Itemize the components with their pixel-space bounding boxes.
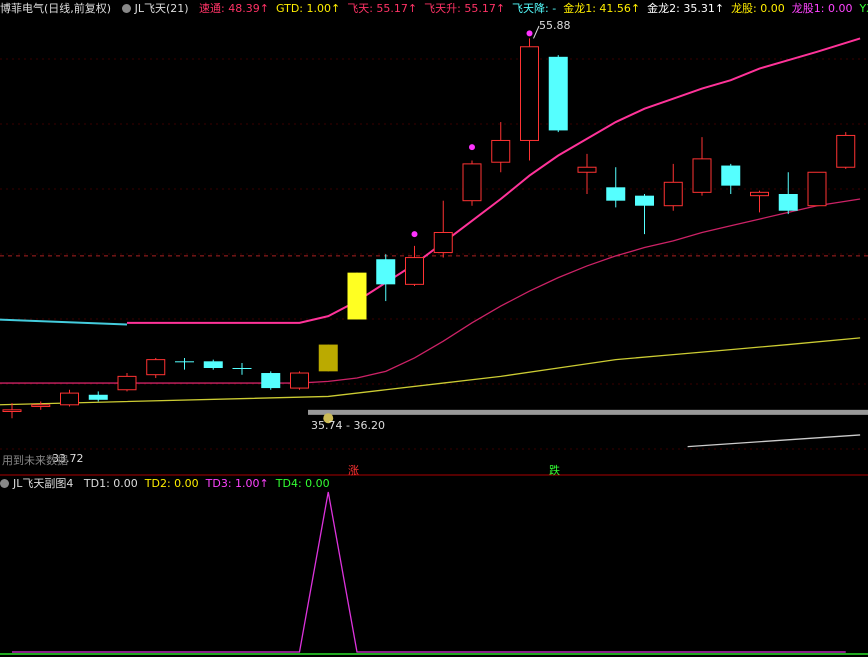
candle-body [2, 409, 22, 413]
sub-indicator-value-2: TD3: 1.00↑ [205, 477, 269, 490]
indicator-values: 速通: 48.39↑ GTD: 1.00↑ 飞天: 55.17↑ 飞天升: 55.17… [199, 2, 868, 15]
candle-body [175, 361, 194, 363]
candle-body [807, 171, 827, 207]
candle-body [261, 373, 281, 389]
candle-body [606, 187, 626, 201]
indicator-value-1: GTD: 1.00↑ [275, 2, 341, 15]
candle-body [376, 259, 396, 285]
series-cyan_line [0, 318, 128, 326]
candle-body [548, 56, 568, 131]
candle-body [60, 392, 79, 406]
series-magenta_lower [0, 198, 861, 384]
candle-body [750, 191, 769, 197]
candle-body [577, 166, 597, 173]
signal-dot [411, 231, 418, 238]
indicator-value-8: 龙股1: 0.00 [791, 2, 853, 15]
series-magenta_upper [127, 37, 861, 324]
indicator-value-9: YX: 1.00↑ [859, 2, 868, 15]
candle-body [88, 394, 108, 400]
candle-body [31, 404, 51, 407]
candle-body [635, 195, 654, 206]
candle-body [146, 359, 166, 376]
candle-body [318, 344, 338, 372]
indicator-value-5: 金龙1: 41.56↑ [563, 2, 641, 15]
stock-chart-window: 博菲电气(日线,前复权) JL飞天(21) 速通: 48.39↑ GTD: 1.0… [0, 0, 868, 657]
sub-indicator-values: TD1: 0.00 TD2: 0.00 TD3: 1.00↑ TD4: 0.00 [84, 477, 337, 490]
candle-body [836, 134, 856, 168]
support-band [308, 409, 868, 415]
indicator-value-4: 飞天降: - [512, 2, 557, 15]
sub-chart-header: JL飞天副图4 TD1: 0.00 TD2: 0.00 TD3: 1.00↑ TD4:… [0, 475, 868, 493]
candle-body [290, 372, 309, 389]
main-chart-header: 博菲电气(日线,前复权) JL飞天(21) 速通: 48.39↑ GTD: 1.0… [0, 0, 868, 18]
sub-indicator-name: JL飞天副图4 [13, 477, 74, 490]
main-price-chart[interactable] [0, 0, 868, 657]
indicator-value-7: 龙股: 0.00 [731, 2, 785, 15]
signal-dot [526, 30, 533, 37]
die-marker: 跌 [549, 464, 560, 477]
sub-indicator-settings-icon[interactable] [0, 479, 9, 488]
candle-body [433, 231, 453, 254]
signal-dot [469, 144, 475, 151]
indicator-value-2: 飞天: 55.17↑ [347, 2, 418, 15]
price-range-label: 35.74 - 36.20 [311, 419, 385, 432]
indicator-value-0: 速通: 48.39↑ [199, 2, 269, 15]
candle-body [232, 368, 252, 369]
stock-name-label: 博菲电气(日线,前复权) [0, 2, 112, 15]
indicator-value-3: 飞天升: 55.17↑ [424, 2, 506, 15]
series-white_line [687, 434, 861, 448]
candle-body [778, 194, 798, 211]
future-data-watermark: 用到未来数据 [2, 454, 68, 467]
candle-body [462, 163, 482, 202]
sub-indicator-toggle[interactable]: JL飞天副图4 [0, 477, 73, 490]
indicator-toggle[interactable]: JL飞天(21) [121, 2, 189, 15]
candle-body [405, 257, 424, 285]
candle-body [347, 272, 367, 320]
indicator-settings-icon[interactable] [121, 4, 131, 13]
series-yellow_line [0, 337, 861, 406]
sub-indicator-value-1: TD2: 0.00 [144, 477, 199, 490]
candle-body [491, 139, 511, 163]
candle-body [520, 46, 539, 141]
candle-body [692, 158, 712, 193]
candle-body [663, 181, 683, 207]
high-price-label: 55.88 [539, 19, 571, 32]
indicator-value-6: 金龙2: 35.31↑ [647, 2, 725, 15]
sub-indicator-value-0: TD1: 0.00 [83, 477, 138, 490]
candle-body [117, 375, 137, 391]
zhang-marker: 涨 [348, 464, 359, 477]
sub-series-td3 [12, 491, 846, 653]
indicator-name: JL飞天(21) [134, 2, 189, 15]
sub-indicator-value-3: TD4: 0.00 [275, 477, 330, 490]
candle-body [721, 165, 741, 186]
candle-body [203, 361, 223, 368]
